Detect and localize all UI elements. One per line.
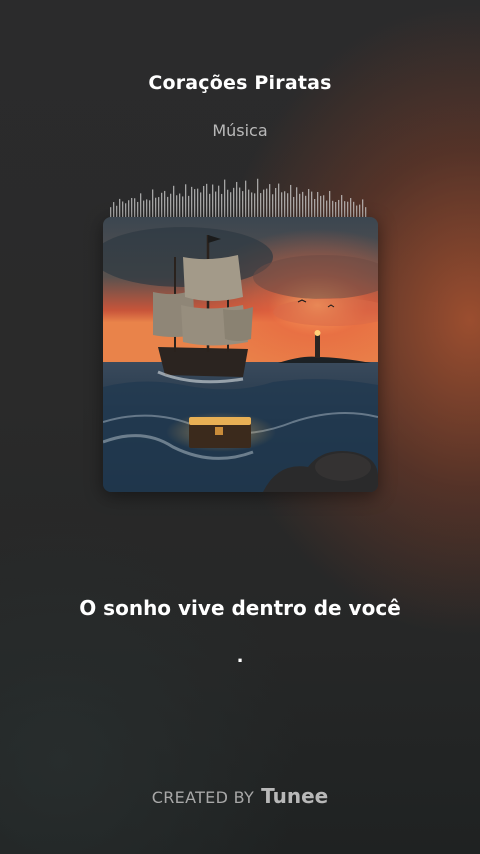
waveform-bar [362,199,364,218]
waveform-bar [128,200,130,218]
waveform-bar [290,184,292,218]
waveform-bar [338,199,340,218]
waveform-bar [143,200,145,218]
waveform-bar [257,178,259,218]
waveform-bar [266,188,268,218]
waveform-bar [167,196,169,218]
waveform-bar [158,197,160,218]
waveform-bar [278,183,280,218]
waveform-bar [335,201,337,218]
waveform-bar [161,192,163,218]
waveform-bar [251,192,253,218]
waveform-bar [260,193,262,218]
waveform-bar [212,184,214,218]
waveform-bar [197,188,199,218]
waveform-bar [263,189,265,218]
waveform-bar [341,195,343,218]
waveform-bar [203,185,205,218]
album-cover-art [103,217,378,492]
waveform-bar [284,191,286,218]
waveform-bar [359,204,361,218]
lyric-current-line: O sonho vive dentro de você [79,596,401,620]
created-by-label: CREATED BY [151,788,255,807]
waveform-bar [275,187,277,218]
waveform-bar [185,184,187,218]
waveform-bar [269,184,271,218]
waveform-bar [299,193,301,218]
waveform-bar [344,201,346,218]
waveform-bar [314,198,316,218]
waveform-bar [164,190,166,218]
waveform-bar [245,180,247,218]
waveform-bar [113,202,115,218]
waveform-bar [170,193,172,218]
waveform-bar [332,200,334,218]
waveform-bar [200,192,202,218]
waveform-bar [242,191,244,218]
waveform-bar [230,192,232,218]
song-title: Corações Piratas [148,72,332,94]
waveform-bar [155,197,157,218]
waveform-bar [233,187,235,218]
waveform-bar [329,190,331,218]
waveform-bar [320,195,322,218]
waveform-bar [296,187,298,218]
waveform-bar [287,193,289,218]
waveform-bar [254,193,256,218]
waveform-bar [248,189,250,218]
waveform-bar [272,194,274,218]
lyric-next-indicator: . [236,646,244,667]
waveform-bar [224,179,226,218]
waveform-bar [119,198,121,218]
footer-credit: CREATED BY Tunee [0,784,480,808]
waveform-bar [305,195,307,218]
waveform-bar [191,186,193,218]
waveform-bar [323,195,325,218]
waveform-bar [188,195,190,218]
waveform-bar [350,198,352,218]
waveform-bar [317,191,319,218]
waveform-bar [347,201,349,218]
waveform-bar [281,192,283,218]
waveform-bar [326,200,328,218]
album-cover [103,217,378,492]
waveform-bar [125,203,127,218]
brand-logo-text: Tunee [261,784,329,808]
waveform-bar [146,199,148,218]
waveform-bar [293,196,295,218]
waveform-bar [173,185,175,218]
waveform-bar [227,189,229,218]
audio-waveform [110,178,367,218]
waveform-bar [302,191,304,218]
waveform-bar [134,198,136,218]
waveform-bar [209,193,211,218]
waveform-bar [137,201,139,218]
waveform-bar [182,196,184,218]
waveform-bar [152,189,154,218]
waveform-bar [239,187,241,218]
waveform-bar [215,191,217,218]
waveform-bar [131,197,133,218]
waveform-bar [194,189,196,218]
song-genre: Música [212,121,268,140]
waveform-bar [218,185,220,218]
waveform-bar [311,191,313,218]
waveform-bar [176,195,178,218]
waveform-bar [353,201,355,218]
waveform-bar [122,201,124,218]
waveform-bar [308,189,310,218]
waveform-bar [221,193,223,218]
waveform-bar [236,181,238,218]
waveform-bar [206,183,208,218]
waveform-bar [140,193,142,218]
waveform-bar [179,193,181,218]
waveform-bar [149,200,151,218]
